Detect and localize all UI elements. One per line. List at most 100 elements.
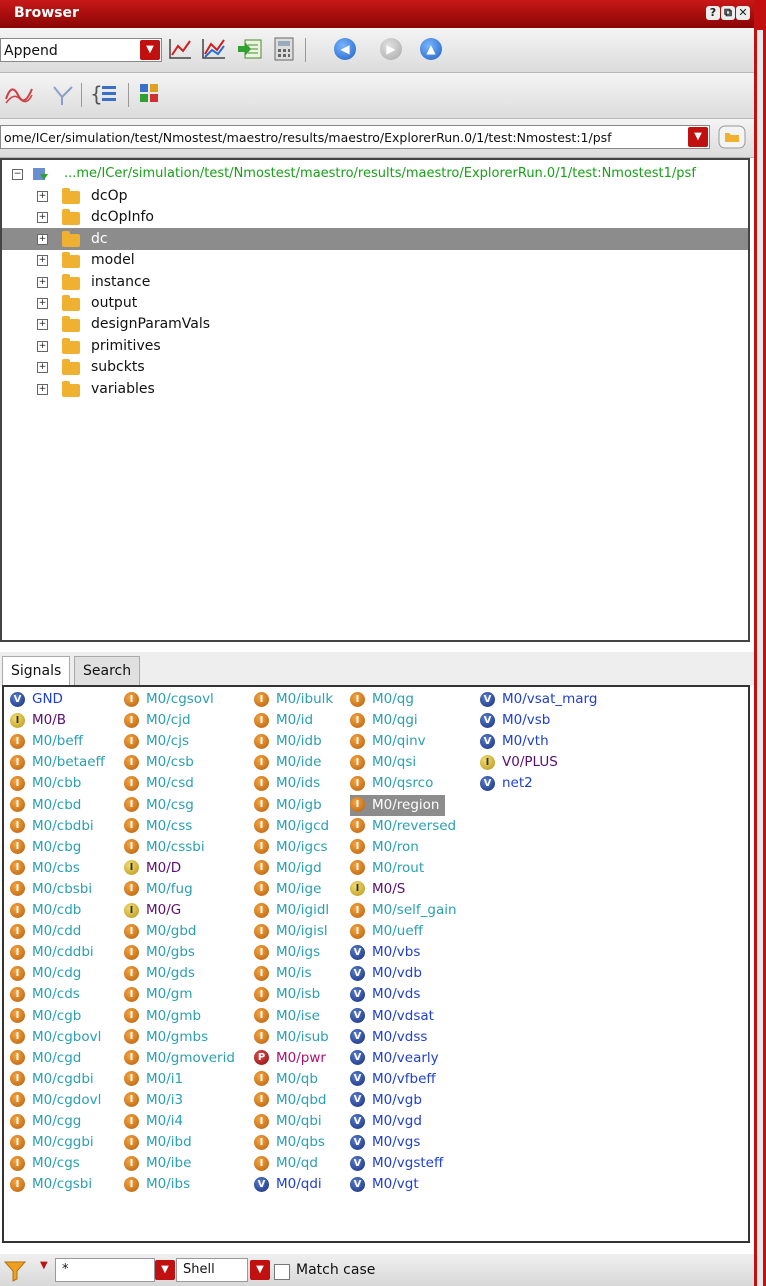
signal-item[interactable]: I M0/qsi (350, 752, 416, 773)
float-button[interactable]: ⧉ (721, 6, 735, 20)
expand-icon[interactable]: + (37, 340, 48, 352)
signal-item[interactable]: I M0/cgbovl (10, 1027, 101, 1048)
tree-item-dc[interactable]: + dc (2, 227, 748, 250)
signal-item[interactable]: I M0/gm (124, 984, 193, 1005)
close-button[interactable]: ✕ (736, 6, 750, 20)
signal-item[interactable]: I M0/cbb (10, 773, 81, 794)
signal-item[interactable]: V M0/vsat_marg (480, 689, 597, 710)
tree-item-dcOpInfo[interactable]: + dcOpInfo (2, 206, 748, 228)
filter-mode-select-arrow[interactable]: ▼ (250, 1260, 270, 1280)
signal-item[interactable]: I M0/igcd (254, 816, 329, 837)
signal-item[interactable]: I M0/id (254, 710, 313, 731)
expand-icon[interactable]: + (37, 319, 48, 331)
expand-list-icon[interactable]: { (90, 81, 120, 107)
signal-item[interactable]: I M0/csg (124, 795, 194, 816)
signal-item[interactable]: V M0/vfbeff (350, 1069, 436, 1090)
signal-item[interactable]: I M0/qbs (254, 1132, 325, 1153)
up-icon[interactable]: ▲ (420, 38, 442, 60)
signal-list[interactable]: V GND I M0/B I M0/beff I M0/betaeff I M0/cbb I M0/c… (2, 685, 750, 1243)
calculator-icon[interactable] (272, 36, 296, 62)
cursor-icon[interactable] (50, 83, 76, 107)
tree-item-designParamVals[interactable]: + designParamVals (2, 313, 748, 335)
signal-item[interactable]: I M0/fug (124, 879, 193, 900)
expand-icon[interactable]: + (37, 298, 48, 309)
mode-select[interactable]: Append (0, 38, 162, 62)
signal-item[interactable]: I M0/cgdovl (10, 1090, 101, 1111)
signal-item[interactable]: I M0/cgdbi (10, 1069, 94, 1090)
mode-select-arrow[interactable]: ▼ (140, 40, 160, 60)
signal-item[interactable]: I M0/qbi (254, 1111, 322, 1132)
match-case-checkbox[interactable] (274, 1264, 290, 1280)
signal-item[interactable]: I V0/PLUS (480, 752, 558, 773)
signal-item[interactable]: I M0/qgi (350, 710, 418, 731)
signal-item[interactable]: Vnet2 (480, 773, 533, 794)
signal-item[interactable]: V GND (10, 689, 63, 710)
signal-item[interactable]: I M0/rout (350, 858, 424, 879)
signal-item[interactable]: I M0/igcs (254, 837, 328, 858)
tree-root[interactable]: − ...me/ICer/simulation/test/Nmostest/ma… (2, 163, 748, 185)
signal-item[interactable]: I M0/S (350, 879, 405, 900)
signal-item[interactable]: I M0/css (124, 816, 192, 837)
signal-item[interactable]: I M0/ige (254, 879, 321, 900)
signal-item[interactable]: P M0/pwr (254, 1048, 326, 1069)
signal-item[interactable]: V M0/vsb (480, 710, 550, 731)
path-input[interactable]: ome/ICer/simulation/test/Nmostest/maestr… (0, 125, 710, 149)
signal-item[interactable]: I M0/self_gain (350, 900, 457, 921)
signal-item[interactable]: I M0/reversed (350, 816, 456, 837)
signal-item[interactable]: I M0/cggbi (10, 1132, 94, 1153)
signal-item[interactable]: I M0/cgsbi (10, 1174, 92, 1195)
signal-item[interactable]: I M0/cgs (10, 1153, 80, 1174)
signal-item[interactable]: V M0/vearly (350, 1048, 439, 1069)
filter-input[interactable]: * (55, 1258, 155, 1282)
signal-item[interactable]: I M0/cgb (10, 1006, 81, 1027)
signal-item[interactable]: I M0/csb (124, 752, 194, 773)
tab-signals[interactable]: Signals (2, 656, 71, 685)
path-dropdown-arrow[interactable]: ▼ (688, 127, 708, 147)
signal-item[interactable]: I M0/cjs (124, 731, 189, 752)
signal-item[interactable]: I M0/cds (10, 984, 80, 1005)
signal-item[interactable]: I M0/gmb (124, 1006, 201, 1027)
signal-item[interactable]: I M0/ibe (124, 1153, 191, 1174)
signal-item[interactable]: I M0/igisl (254, 921, 328, 942)
filter-dropdown-arrow[interactable]: ▼ (40, 1260, 48, 1271)
signal-item[interactable]: I M0/i4 (124, 1111, 183, 1132)
signal-item[interactable]: I M0/idb (254, 731, 322, 752)
forward-icon[interactable]: ▶ (380, 38, 402, 60)
signal-item[interactable]: I M0/region (350, 794, 446, 816)
signal-item[interactable]: I M0/gmoverid (124, 1048, 235, 1069)
tree-item-dcOp[interactable]: + dcOp (2, 185, 748, 207)
export-icon[interactable] (236, 36, 264, 62)
signal-item[interactable]: V M0/vdsat (350, 1006, 434, 1027)
signal-item[interactable]: I M0/betaeff (10, 752, 105, 773)
signal-item[interactable]: I M0/B (10, 710, 66, 731)
multi-plot-icon[interactable] (200, 36, 228, 62)
signal-item[interactable]: I M0/cdg (10, 963, 81, 984)
back-icon[interactable]: ◀ (334, 38, 356, 60)
signal-item[interactable]: I M0/qg (350, 689, 414, 710)
signal-item[interactable]: I M0/is (254, 963, 312, 984)
signal-item[interactable]: I M0/qbd (254, 1090, 327, 1111)
signal-item[interactable]: I M0/gds (124, 963, 195, 984)
signal-item[interactable]: I M0/ibd (124, 1132, 192, 1153)
tree-item-instance[interactable]: + instance (2, 271, 748, 293)
signal-item[interactable]: I M0/gbd (124, 921, 197, 942)
signal-item[interactable]: I M0/cbs (10, 858, 80, 879)
open-folder-icon[interactable] (718, 125, 746, 149)
signal-item[interactable]: V M0/vgs (350, 1132, 420, 1153)
signal-item[interactable]: I M0/qd (254, 1153, 318, 1174)
expand-icon[interactable]: + (37, 276, 48, 288)
signal-item[interactable]: I M0/igb (254, 795, 322, 816)
filter-mode-select[interactable]: Shell (176, 1258, 248, 1282)
tree-item-output[interactable]: + output (2, 292, 748, 314)
signal-item[interactable]: I M0/cjd (124, 710, 191, 731)
expand-icon[interactable]: + (37, 191, 48, 202)
signal-item[interactable]: I M0/csd (124, 773, 194, 794)
signal-item[interactable]: I M0/D (124, 858, 181, 879)
signal-item[interactable]: V M0/vdb (350, 963, 422, 984)
expand-icon[interactable]: + (37, 212, 48, 224)
signal-item[interactable]: I M0/cssbi (124, 837, 205, 858)
signal-item[interactable]: V M0/vbs (350, 942, 420, 963)
signal-item[interactable]: V M0/vdss (350, 1027, 427, 1048)
signal-item[interactable]: I M0/cbsbi (10, 879, 92, 900)
signal-item[interactable]: I M0/cgg (10, 1111, 81, 1132)
